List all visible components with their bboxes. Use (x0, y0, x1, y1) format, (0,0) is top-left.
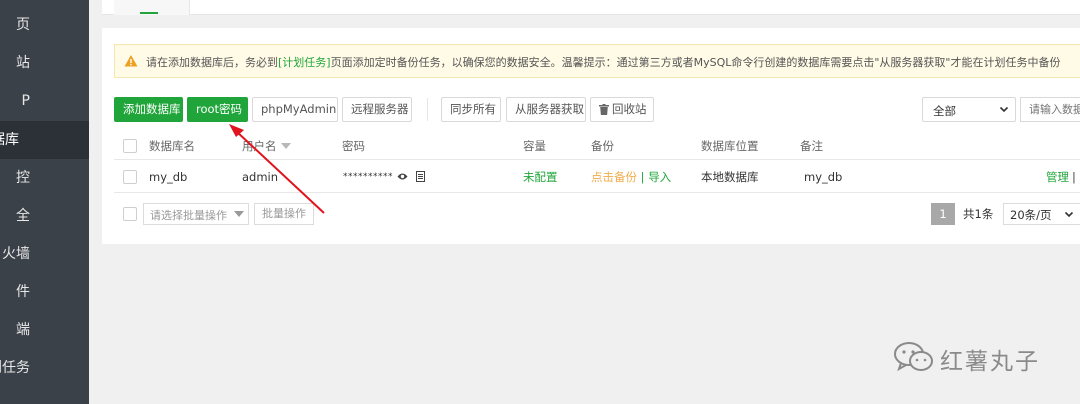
action-separator: | (640, 170, 645, 184)
recycle-bin-button[interactable]: 回收站 (590, 97, 654, 122)
tab-database[interactable] (114, 0, 190, 15)
header-location: 数据库位置 (701, 139, 759, 153)
pagination-total: 共1条 (963, 207, 994, 221)
sidebar-item-security[interactable]: 全 (0, 197, 89, 235)
sidebar-item-firewall[interactable]: 火墙 (0, 235, 89, 273)
row-checkbox[interactable] (123, 170, 137, 184)
footer-checkbox[interactable] (123, 207, 137, 221)
chevron-down-icon (1064, 211, 1074, 218)
header-capacity: 容量 (523, 139, 546, 153)
import-link[interactable]: 导入 (648, 170, 671, 184)
watermark: 红薯丸子 (893, 341, 1038, 375)
db-name: my_db (149, 170, 188, 184)
sidebar-item-label: 端 (16, 322, 30, 338)
sidebar-item-label: 页 (16, 17, 30, 33)
db-remark[interactable]: my_db (804, 161, 842, 193)
notice-prefix: 请在添加数据库后，务必到 (146, 56, 278, 69)
batch-operation-button[interactable]: 批量操作 (254, 203, 314, 225)
sidebar-item-label: 件 (16, 284, 30, 300)
notice-text: 请在添加数据库后，务必到[计划任务]页面添加定时备份任务，以确保您的数据安全。温… (146, 54, 1060, 70)
sidebar-item-label: 站 (16, 55, 30, 71)
tab-strip (102, 0, 1080, 15)
select-all-checkbox[interactable] (123, 139, 137, 153)
database-panel: 请在添加数据库后，务必到[计划任务]页面添加定时备份任务，以确保您的数据安全。温… (102, 28, 1080, 244)
sidebar-item-monitor[interactable]: 控 (0, 159, 89, 197)
sidebar-item-website[interactable]: 站 (0, 44, 89, 82)
remote-server-button[interactable]: 远程服务器 (342, 97, 412, 122)
header-backup: 备份 (591, 139, 614, 153)
root-password-button[interactable]: root密码 (187, 97, 248, 122)
page-size-select[interactable]: 20条/页 (1003, 203, 1080, 225)
header-username[interactable]: 用户名 (242, 132, 291, 160)
recycle-bin-label: 回收站 (612, 102, 647, 116)
sidebar-item-cron[interactable]: 划任务 (0, 349, 89, 387)
db-username: admin (242, 170, 279, 184)
sidebar-item-database[interactable]: 据库 (0, 121, 89, 159)
db-password: ********** (343, 172, 393, 182)
database-filter-select[interactable]: 全部 (922, 97, 1016, 122)
tab-active-underline (140, 12, 158, 14)
manage-link[interactable]: 管理 (1046, 161, 1069, 193)
warning-notice: 请在添加数据库后，务必到[计划任务]页面添加定时备份任务，以确保您的数据安全。温… (114, 44, 1080, 78)
get-from-server-button[interactable]: 从服务器获取 (506, 97, 586, 122)
phpmyadmin-button[interactable]: phpMyAdmin (252, 97, 338, 122)
pagination-current-page[interactable]: 1 (931, 203, 955, 225)
sidebar-item-terminal[interactable]: 端 (0, 311, 89, 349)
sort-icon (280, 143, 291, 149)
header-username-label: 用户名 (242, 139, 277, 153)
notice-suffix: 页面添加定时备份任务，以确保您的数据安全。温馨提示：通过第三方或者MySQL命令… (330, 56, 1061, 69)
chevron-down-icon (234, 211, 244, 217)
wechat-logo-icon (894, 342, 933, 372)
table-header: 数据库名 用户名 密码 容量 备份 数据库位置 备注 (114, 132, 1080, 160)
sidebar-item-label: 据库 (0, 132, 19, 148)
warning-icon (124, 55, 138, 67)
filter-value: 全部 (933, 104, 956, 118)
chevron-down-icon (999, 106, 1009, 113)
batch-placeholder: 请选择批量操作 (150, 209, 227, 222)
sidebar-item-ftp[interactable]: P (0, 82, 89, 120)
toolbar-divider (427, 98, 428, 121)
sidebar-item-label: 火墙 (2, 246, 30, 262)
sidebar-item-files[interactable]: 件 (0, 273, 89, 311)
sidebar: 页 站 P 据库 控 全 火墙 件 端 划任务 (0, 0, 89, 404)
backup-link[interactable]: 点击备份 (591, 170, 637, 184)
sidebar-item-label: 划任务 (0, 360, 30, 376)
search-box[interactable] (1020, 97, 1080, 122)
header-db-name[interactable]: 数据库名 (149, 132, 195, 160)
header-password: 密码 (342, 139, 365, 153)
manage-separator: | (1072, 170, 1076, 184)
backup-actions: 点击备份 | 导入 (591, 161, 671, 193)
sidebar-item-home[interactable]: 页 (0, 6, 89, 44)
page-size-value: 20条/页 (1010, 208, 1052, 222)
show-password-eye-icon[interactable] (397, 172, 408, 181)
capacity-status[interactable]: 未配置 (523, 161, 558, 193)
copy-icon[interactable] (416, 171, 425, 182)
sidebar-item-label: 控 (16, 170, 30, 186)
search-input[interactable] (1021, 98, 1080, 121)
batch-operation-select[interactable]: 请选择批量操作 (143, 203, 249, 225)
trash-icon (599, 104, 609, 115)
sync-all-button[interactable]: 同步所有 (441, 97, 501, 122)
header-remark: 备注 (800, 139, 823, 153)
sidebar-item-label: P (21, 93, 30, 109)
db-location: 本地数据库 (701, 170, 759, 184)
add-database-button[interactable]: 添加数据库 (114, 97, 183, 122)
watermark-text: 红薯丸子 (940, 349, 1040, 375)
sidebar-item-label: 全 (16, 208, 30, 224)
cron-link[interactable]: [计划任务] (278, 56, 331, 69)
table-row: my_db admin ********** 未配置 点击备份 | 导入 本地数… (114, 161, 1080, 193)
